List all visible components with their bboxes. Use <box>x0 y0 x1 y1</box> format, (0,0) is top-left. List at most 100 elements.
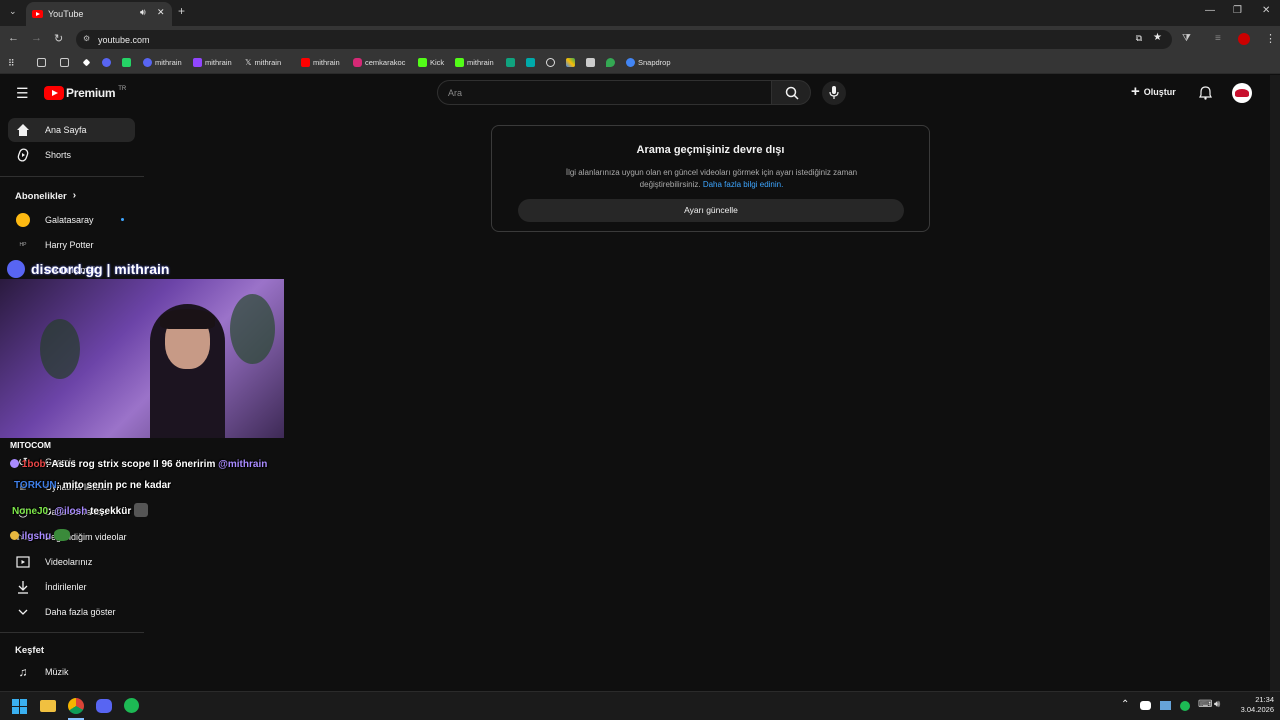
sidebar-item-show-more[interactable]: Daha fazla göster <box>8 600 135 624</box>
bookmark-star-icon[interactable]: ★ <box>1153 32 1162 43</box>
audio-playing-icon[interactable]: 🔊︎ <box>140 7 146 18</box>
spotify-tray-icon[interactable] <box>1180 701 1190 711</box>
bookmark-kick[interactable]: Kick <box>418 58 444 67</box>
youtube-favicon-icon <box>32 10 43 18</box>
bookmark-x[interactable]: 𝕏mithrain <box>245 58 281 67</box>
microphone-icon <box>829 86 839 99</box>
bookmark-twitch[interactable]: mithrain <box>193 58 232 67</box>
bookmark-instagram[interactable]: cemkarakoc <box>353 58 405 67</box>
hamburger-menu-icon[interactable]: ☰ <box>16 86 29 100</box>
taskbar-clock[interactable]: 21:34 3.04.2026 <box>1232 695 1274 715</box>
search-history-off-card: Arama geçmişiniz devre dışı İlgi alanlar… <box>491 125 930 232</box>
new-tab-icon[interactable]: + <box>178 4 185 18</box>
chrome-taskbar-icon[interactable] <box>68 698 84 714</box>
discord-banner: discord.gg | mithrain <box>7 259 207 279</box>
account-avatar[interactable] <box>1232 83 1252 103</box>
plus-icon: + <box>1131 83 1140 100</box>
tab-close-icon[interactable]: ✕ <box>157 7 165 18</box>
discord-tray-icon[interactable] <box>1140 701 1151 710</box>
chrome-menu-icon[interactable]: ⋮ <box>1265 32 1276 45</box>
folder-icon[interactable] <box>60 58 69 67</box>
page-scrollbar[interactable] <box>1270 75 1280 691</box>
windows-start-icon[interactable] <box>12 699 27 714</box>
music-note-icon: ♫ <box>18 665 28 679</box>
show-hidden-icons[interactable]: ⌃ <box>1121 699 1129 710</box>
bookmark-favicon-icon[interactable] <box>566 58 575 67</box>
bookmark-youtube[interactable]: mithrain <box>301 58 340 67</box>
chat-badge-icon <box>10 459 19 468</box>
maximize-icon[interactable]: ❐ <box>1233 5 1242 16</box>
window-close-icon[interactable]: ✕ <box>1262 5 1270 16</box>
browser-tab-strip: ⌄ YouTube 🔊︎ ✕ + — ❐ ✕ <box>0 0 1280 26</box>
search-icon <box>785 86 799 100</box>
harry-potter-avatar: HP <box>19 242 27 248</box>
volume-icon[interactable]: 🔊︎ <box>1214 699 1220 710</box>
voice-search-button[interactable] <box>822 81 846 105</box>
bookmark-favicon-icon[interactable] <box>546 58 555 67</box>
bookmark-favicon-icon[interactable] <box>82 58 91 67</box>
sidebar-item-home[interactable]: Ana Sayfa <box>8 118 135 142</box>
bookmark-favicon-icon[interactable] <box>102 58 111 67</box>
search-input[interactable]: Ara <box>437 80 772 105</box>
channel-label: MITOCOM <box>10 440 51 450</box>
network-icon[interactable]: ⌨ <box>1198 699 1212 710</box>
kick-icon <box>455 58 464 67</box>
sidebar-item-downloads[interactable]: İndirilenler <box>8 575 135 599</box>
search-placeholder: Ara <box>448 88 463 98</box>
steam-tray-icon[interactable] <box>1160 701 1171 710</box>
logo-region: TR <box>118 85 127 92</box>
chat-emote-icon <box>134 503 149 517</box>
discord-text: discord.gg | mithrain <box>31 261 170 277</box>
bookmark-discord[interactable]: mithrain <box>143 58 182 67</box>
forward-icon[interactable]: → <box>31 32 42 44</box>
subscriptions-heading[interactable]: Abonelikler › <box>15 190 77 203</box>
site-info-icon[interactable]: ⚙ <box>83 34 90 43</box>
subscription-item[interactable]: Galatasaray <box>8 208 135 232</box>
instagram-icon <box>353 58 362 67</box>
learn-more-link[interactable]: Daha fazla bilgi edinin. <box>703 180 784 189</box>
shorts-icon <box>17 148 29 162</box>
profile-avatar-icon[interactable] <box>1238 33 1250 45</box>
bookmarks-bar: ⠿ mithrain mithrain 𝕏mithrain mithrain c… <box>0 52 1280 74</box>
youtube-icon <box>301 58 310 67</box>
sidebar-item-music[interactable]: ♫ Müzik <box>8 660 135 684</box>
reload-icon[interactable]: ↻ <box>54 32 63 45</box>
bookmark-kick-mithrain[interactable]: mithrain <box>455 58 494 67</box>
back-icon[interactable]: ← <box>8 32 19 44</box>
bookmark-favicon-icon[interactable] <box>526 58 535 67</box>
subscription-item[interactable]: HP Harry Potter <box>8 233 135 257</box>
extensions-icon[interactable]: ⧩ <box>1182 33 1191 44</box>
file-explorer-icon[interactable] <box>40 700 56 712</box>
maps-icon[interactable] <box>606 58 615 67</box>
discord-icon <box>7 260 25 278</box>
x-icon: 𝕏 <box>245 58 252 67</box>
discord-taskbar-icon[interactable] <box>96 699 112 713</box>
bookmark-favicon-icon[interactable] <box>586 58 595 67</box>
sidebar-item-your-videos[interactable]: Videolarınız <box>8 550 135 574</box>
folder-icon[interactable] <box>37 58 46 67</box>
tab-search-icon[interactable]: ⌄ <box>9 6 17 17</box>
notifications-bell-icon[interactable] <box>1199 86 1212 100</box>
chat-message: 1bob: Asus rog strix scope II 96 öneriri… <box>10 459 267 470</box>
minimize-icon[interactable]: — <box>1205 5 1215 16</box>
install-app-icon[interactable]: ⧉ <box>1136 33 1142 44</box>
spotify-taskbar-icon[interactable] <box>124 698 139 713</box>
url-text: youtube.com <box>98 34 150 45</box>
bookmark-favicon-icon[interactable] <box>506 58 515 67</box>
chevron-right-icon: › <box>72 190 77 201</box>
chat-badge-icon <box>10 531 19 540</box>
download-icon <box>18 581 28 594</box>
youtube-premium-logo[interactable]: Premium TR <box>44 86 126 100</box>
update-setting-button[interactable]: Ayarı güncelle <box>518 199 904 222</box>
browser-tab[interactable]: YouTube 🔊︎ ✕ <box>26 2 172 26</box>
bookmark-snapdrop[interactable]: Snapdrop <box>626 58 671 67</box>
media-control-icon[interactable]: ≡ <box>1215 33 1221 44</box>
your-videos-icon <box>16 556 30 568</box>
bookmark-favicon-icon[interactable] <box>122 58 131 67</box>
address-bar[interactable]: ⚙ youtube.com ⧉ ★ <box>76 30 1172 49</box>
sidebar-item-shorts[interactable]: Shorts <box>8 143 135 167</box>
apps-icon[interactable]: ⠿ <box>8 58 15 69</box>
search-button[interactable] <box>771 80 811 105</box>
create-button[interactable]: + Oluştur <box>1131 83 1176 100</box>
chat-message: NoneJ0: @ilosh teşekkür <box>12 503 149 517</box>
